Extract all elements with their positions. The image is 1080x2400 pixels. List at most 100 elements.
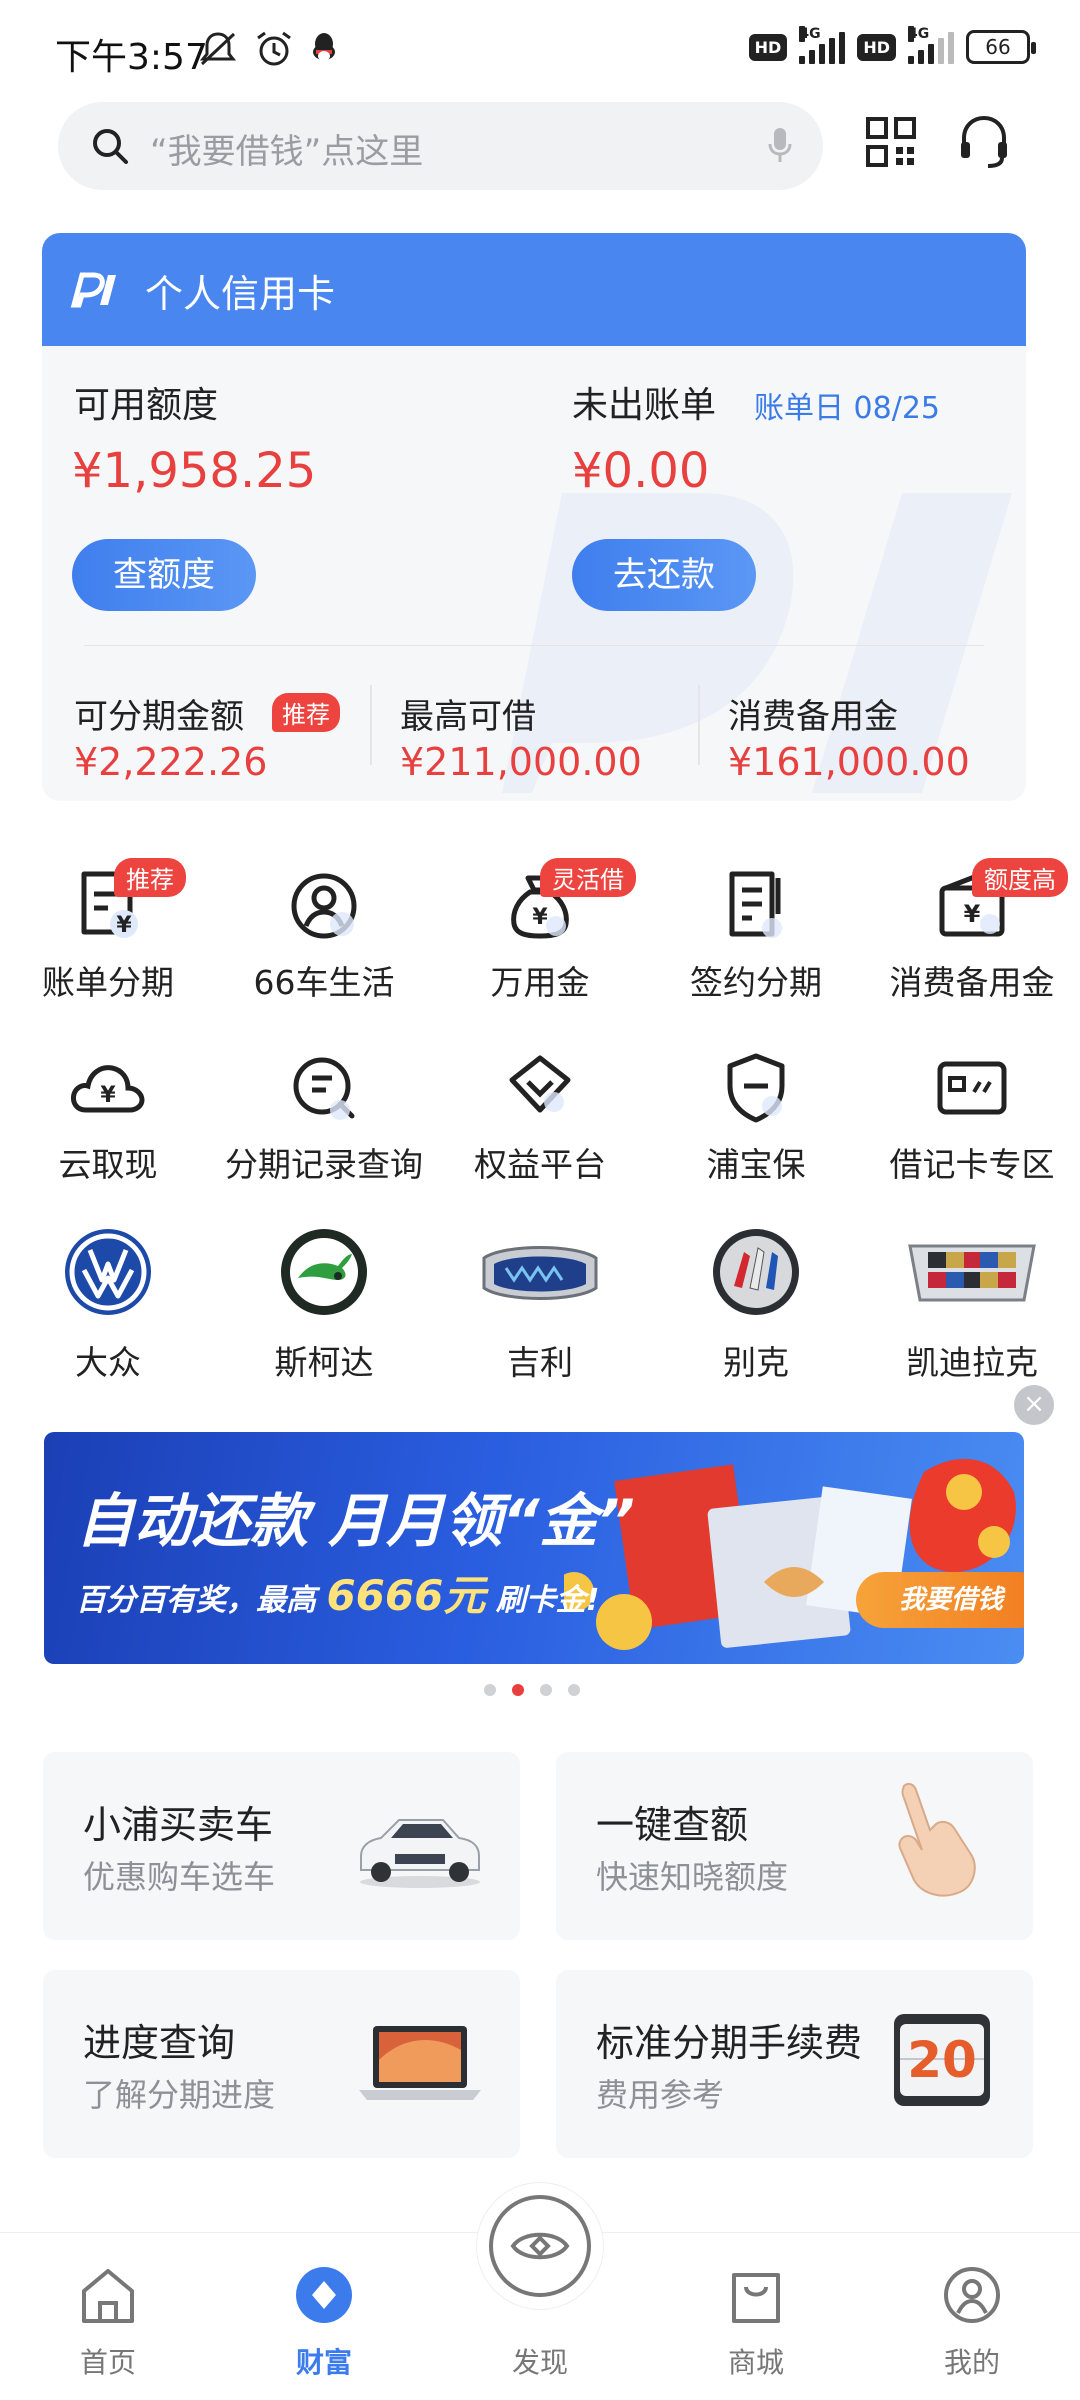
service-title: 进度查询 <box>83 2021 236 2065</box>
reserve-fund-label[interactable]: 消费备用金 <box>728 689 898 738</box>
grid-label: 权益平台 <box>474 1145 606 1184</box>
grid-item-cloud-cash[interactable]: ¥ 云取现 <box>0 1048 216 1188</box>
laptop-icon <box>359 2026 481 2100</box>
tab-wealth[interactable]: 财富 <box>216 2233 432 2400</box>
profile-icon <box>944 2267 1000 2323</box>
grid-item-contract-installment[interactable]: 签约分期 <box>648 858 864 1008</box>
tab-label: 发现 <box>511 2346 568 2379</box>
grid-label: 借记卡专区 <box>889 1145 1055 1184</box>
pagination-dot <box>540 1684 552 1696</box>
service-title: 小浦买卖车 <box>83 1803 274 1847</box>
search-icon <box>93 129 128 164</box>
tab-mine[interactable]: 我的 <box>864 2233 1080 2400</box>
calendar-day: 20 <box>907 2031 977 2089</box>
grid-item-buick[interactable]: 别克 <box>648 1226 864 1382</box>
discover-fab-ring <box>489 2195 591 2297</box>
grid-item-cadillac[interactable]: 凯迪拉克 <box>864 1226 1080 1382</box>
grid-label: 66车生活 <box>253 963 395 1002</box>
grid-label: 凯迪拉克 <box>906 1343 1038 1382</box>
grid-item-66-car-life[interactable]: 66车生活 <box>216 858 432 1008</box>
cloud-cash-icon: ¥ <box>71 1065 145 1113</box>
service-card-check-credit[interactable]: 一键查额 快速知晓额度 <box>556 1752 1033 1940</box>
grid-item-consumer-reserve[interactable]: ¥ 额度高 消费备用金 <box>864 858 1080 1008</box>
user-circle-icon <box>291 873 357 939</box>
grid-item-skoda[interactable]: 斯柯达 <box>216 1226 432 1382</box>
available-credit-amount: ¥1,958.25 <box>72 443 317 499</box>
grid-label: 消费备用金 <box>889 963 1055 1002</box>
reserve-fund-amount[interactable]: ¥161,000.00 <box>728 740 970 784</box>
grid-item-bill-installment[interactable]: ¥ 推荐 账单分期 <box>0 858 216 1008</box>
banner-pagination <box>484 1684 580 1696</box>
grid-item-debit-card-zone[interactable]: 借记卡专区 <box>864 1048 1080 1188</box>
search-bar[interactable]: “我要借钱”点这里 <box>58 102 823 190</box>
tab-label: 我的 <box>943 2346 1000 2379</box>
available-credit-label: 可用额度 <box>74 385 219 426</box>
max-loan-amount[interactable]: ¥211,000.00 <box>400 740 642 784</box>
calendar-icon: 20 <box>894 2008 990 2108</box>
banner-loan-button[interactable]: 我要借钱 <box>856 1572 1024 1628</box>
grid-item-pubaobao[interactable]: 浦宝保 <box>648 1048 864 1188</box>
grid-label: 分期记录查询 <box>225 1145 423 1184</box>
tab-mall[interactable]: 商城 <box>648 2233 864 2400</box>
qr-scan-icon[interactable] <box>865 116 917 168</box>
shield-icon <box>727 1053 785 1123</box>
pagination-dot <box>484 1684 496 1696</box>
repay-button[interactable]: 去还款 <box>572 539 756 611</box>
check-credit-button[interactable]: 查额度 <box>72 539 256 611</box>
promo-banner[interactable]: 自动还款 月月领“金” 百分百有奖，最高 6666元 刷卡金! 我要借钱 <box>44 1432 1024 1664</box>
home-icon <box>82 2269 134 2323</box>
banner-close-button[interactable]: × <box>1014 1385 1054 1425</box>
bank-logo-icon <box>70 272 116 308</box>
bank-watermark <box>502 493 1012 793</box>
pagination-dot-active <box>512 1684 524 1696</box>
credit-card-header[interactable]: 个人信用卡 <box>42 233 1026 346</box>
skoda-logo <box>281 1229 367 1315</box>
grid-label: 吉利 <box>507 1343 573 1382</box>
service-subtitle: 快速知晓额度 <box>596 1858 789 1896</box>
credit-card-panel: 个人信用卡 可用额度 ¥1,958.25 查额度 未出账单 账单日 08/25 … <box>42 233 1026 801</box>
tab-label: 财富 <box>295 2346 352 2379</box>
status-time: 下午3:57 <box>55 37 208 78</box>
grid-label: 云取现 <box>58 1145 158 1184</box>
tab-label: 首页 <box>79 2346 136 2379</box>
unbilled-label: 未出账单 <box>572 385 717 426</box>
pagination-dot <box>568 1684 580 1696</box>
grid-label: 大众 <box>75 1343 141 1382</box>
service-card-fee-standard[interactable]: 标准分期手续费 费用参考 20 <box>556 1970 1033 2158</box>
max-loan-label[interactable]: 最高可借 <box>400 689 536 738</box>
service-subtitle: 优惠购车选车 <box>83 1858 276 1896</box>
recommend-badge: 推荐 <box>272 693 340 732</box>
service-card-progress[interactable]: 进度查询 了解分期进度 <box>43 1970 520 2158</box>
service-title: 标准分期手续费 <box>596 2021 863 2065</box>
hd-badge-2: HD <box>857 33 896 61</box>
customer-service-icon[interactable] <box>958 114 1010 170</box>
status-bar: 下午3:57 HD 4G HD 4G 66 <box>0 0 1080 95</box>
grid-label: 签约分期 <box>690 963 822 1002</box>
installment-label[interactable]: 可分期金额 <box>74 689 244 738</box>
grid-badge: 灵活借 <box>540 858 636 897</box>
grid-item-universal-loan[interactable]: ¥ 灵活借 万用金 <box>432 858 648 1008</box>
service-title: 一键查额 <box>596 1803 749 1847</box>
service-subtitle: 费用参考 <box>596 2076 725 2114</box>
vertical-divider <box>370 685 372 765</box>
alarm-icon <box>257 31 291 66</box>
grid-badge: 推荐 <box>114 858 186 897</box>
svg-text:¥: ¥ <box>100 1083 116 1108</box>
service-card-car-trade[interactable]: 小浦买卖车 优惠购车选车 <box>43 1752 520 1940</box>
grid-label: 斯柯达 <box>274 1343 374 1382</box>
bill-day: 账单日 08/25 <box>754 391 940 426</box>
banner-subline: 百分百有奖，最高 6666元 刷卡金! <box>76 1571 600 1620</box>
geely-logo <box>482 1246 598 1300</box>
volkswagen-logo <box>65 1229 151 1315</box>
svg-text:¥: ¥ <box>532 905 548 930</box>
installment-amount[interactable]: ¥2,222.26 <box>74 740 267 784</box>
grid-item-benefits-platform[interactable]: 权益平台 <box>432 1048 648 1188</box>
grid-item-volkswagen[interactable]: 大众 <box>0 1226 216 1382</box>
cadillac-logo <box>908 1244 1036 1302</box>
microphone-icon[interactable] <box>767 126 793 166</box>
grid-item-installment-records[interactable]: 分期记录查询 <box>216 1048 432 1188</box>
tab-home[interactable]: 首页 <box>0 2233 216 2400</box>
banner-headline: 自动还款 月月领“金” <box>76 1487 635 1555</box>
discover-fab-button[interactable] <box>476 2182 604 2310</box>
grid-item-geely[interactable]: 吉利 <box>432 1226 648 1382</box>
